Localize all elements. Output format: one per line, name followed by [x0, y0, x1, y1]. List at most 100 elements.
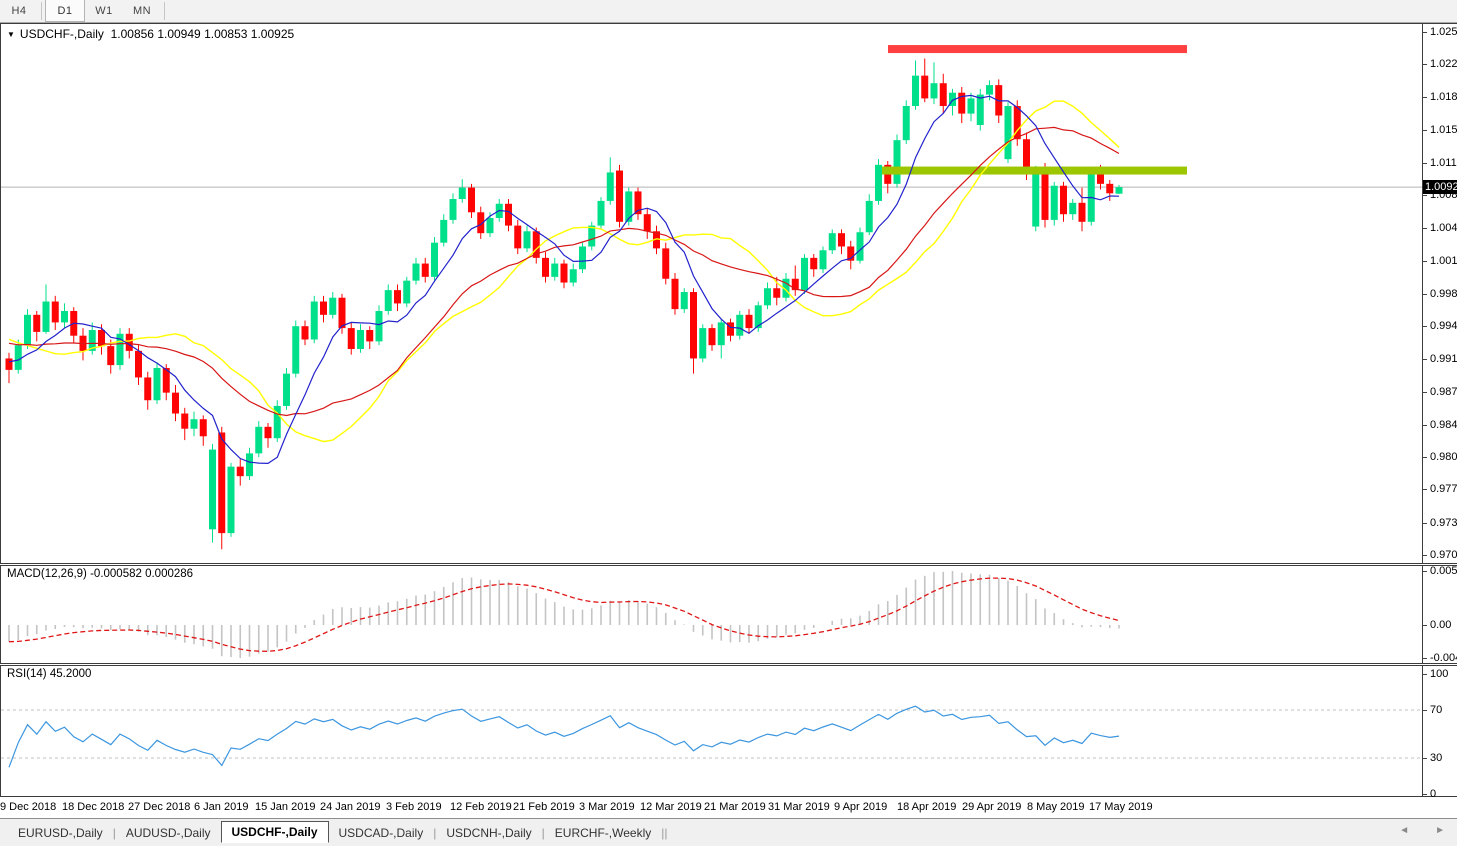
price-axis-label: 1.01530	[1430, 123, 1457, 136]
resistance-line[interactable]	[888, 45, 1187, 54]
time-axis-label: 9 Apr 2019	[834, 801, 888, 813]
macd-axis[interactable]: 0.00597 0.00 -0.00424	[1423, 565, 1457, 664]
rsi-axis-label: 30	[1430, 752, 1443, 764]
tab-usdchf-daily[interactable]: USDCHF-,Daily	[220, 821, 329, 843]
macd-label: MACD(12,26,9)	[7, 568, 87, 580]
tab-audusd-daily[interactable]: AUDUSD-,Daily	[116, 822, 221, 844]
time-axis-label: 18 Apr 2019	[897, 801, 957, 813]
price-axis-label: 0.99110	[1430, 353, 1457, 366]
tab-scroll-left-icon[interactable]: ◄	[1399, 825, 1409, 836]
price-axis-tick	[1423, 522, 1427, 524]
rsi-chart-svg[interactable]	[1, 666, 1422, 796]
time-axis-label: 24 Jan 2019	[320, 801, 381, 813]
price-axis-label: 0.98080	[1430, 451, 1457, 464]
chart-tab-bar: EURUSD-,Daily | AUDUSD-,Daily USDCHF-,Daily…	[0, 818, 1457, 846]
rsi-legend: RSI(14) 45.2000	[7, 668, 91, 680]
main-chart-panel: ▼ USDCHF-,Daily 1.00856 1.00949 1.00853 1…	[0, 23, 1457, 564]
tab-separator: |	[664, 825, 668, 840]
price-chart-svg[interactable]	[1, 24, 1422, 563]
timeframe-button-w1[interactable]: W1	[85, 0, 123, 22]
time-axis-label: 18 Dec 2018	[62, 801, 125, 813]
rsi-panel: RSI(14) 45.2000 100 70 30 0	[0, 665, 1457, 800]
tab-eurusd-daily[interactable]: EURUSD-,Daily	[8, 822, 113, 844]
price-axis-label: 1.02220	[1430, 58, 1457, 71]
legend-high: 1.00949	[157, 27, 201, 41]
time-axis-label: 3 Feb 2019	[386, 801, 442, 813]
tab-usdcad-daily[interactable]: USDCAD-,Daily	[329, 822, 434, 844]
price-axis-tick	[1423, 97, 1427, 99]
macd-histogram	[8, 571, 1120, 658]
macd-axis-tick	[1423, 625, 1427, 626]
legend-close: 1.00925	[250, 27, 295, 41]
time-axis-label: 6 Jan 2019	[194, 801, 249, 813]
time-axis[interactable]: 9 Dec 2018 18 Dec 2018 27 Dec 2018 6 Jan 20…	[0, 797, 1457, 818]
price-axis-tick	[1423, 228, 1427, 230]
time-axis-label: 8 May 2019	[1027, 801, 1085, 813]
rsi-value: 45.2000	[49, 668, 92, 680]
rsi-axis-tick	[1423, 758, 1427, 759]
price-axis-tick	[1423, 31, 1427, 33]
price-axis-label: 0.99800	[1430, 287, 1457, 300]
price-axis[interactable]: 1.025601.022201.018701.015301.011801.008…	[1423, 24, 1457, 563]
time-axis-label: 12 Feb 2019	[450, 801, 512, 813]
price-axis-tick	[1423, 129, 1427, 131]
time-axis-label: 9 Dec 2018	[0, 801, 57, 813]
support-line[interactable]	[882, 166, 1187, 175]
tab-scroll-right-icon[interactable]: ►	[1435, 825, 1445, 836]
price-axis-tick	[1423, 391, 1427, 393]
price-axis-label: 0.98420	[1430, 418, 1457, 431]
price-axis-label: 0.97390	[1430, 516, 1457, 529]
macd-value: -0.000582	[90, 568, 142, 580]
rsi-axis-label: 70	[1430, 704, 1443, 716]
tab-scroll-nav: ◄ ►	[1399, 825, 1445, 836]
macd-axis-tick	[1423, 658, 1427, 659]
time-axis-label: 21 Feb 2019	[513, 801, 575, 813]
price-axis-label: 0.97740	[1430, 483, 1457, 496]
macd-axis-tick	[1423, 571, 1427, 572]
price-axis-label: 0.98770	[1430, 385, 1457, 398]
symbol-dropdown-icon[interactable]: ▼	[7, 30, 15, 39]
price-axis-tick	[1423, 326, 1427, 328]
legend-open: 1.00856	[110, 27, 154, 41]
price-axis-tick	[1423, 64, 1427, 66]
macd-axis-label: 0.00597	[1430, 565, 1457, 577]
timeframe-button-d1[interactable]: D1	[45, 0, 85, 22]
price-axis-tick	[1423, 554, 1427, 556]
macd-legend: MACD(12,26,9) -0.000582 0.000286	[7, 568, 193, 580]
price-axis-label: 0.97050	[1430, 548, 1457, 561]
timeframe-button-h4[interactable]: H4	[0, 0, 38, 22]
time-axis-label: 31 Mar 2019	[768, 801, 830, 813]
rsi-axis-tick	[1423, 794, 1427, 795]
price-axis-label: 1.01180	[1430, 156, 1457, 169]
time-axis-label: 27 Dec 2018	[128, 801, 191, 813]
legend-symbol: USDCHF-,Daily	[19, 27, 104, 41]
price-axis-label: 1.00490	[1430, 222, 1457, 235]
rsi-axis-tick	[1423, 710, 1427, 711]
rsi-axis[interactable]: 100 70 30 0	[1423, 666, 1457, 800]
timeframe-toolbar: H4 D1 W1 MN	[0, 0, 1457, 23]
price-axis-tick	[1423, 195, 1427, 197]
current-price-tag: 1.00925	[1423, 180, 1457, 195]
timeframe-button-mn[interactable]: MN	[123, 0, 161, 22]
time-axis-label: 15 Jan 2019	[255, 801, 316, 813]
tab-eurchf-weekly[interactable]: EURCHF-,Weekly	[545, 822, 661, 844]
macd-signal-value: 0.000286	[145, 568, 194, 580]
price-axis-label: 1.00150	[1430, 254, 1457, 267]
price-axis-label: 1.02560	[1430, 25, 1457, 38]
rsi-axis-label: 100	[1430, 668, 1449, 680]
toolbar-separator	[164, 2, 165, 20]
price-axis-tick	[1423, 457, 1427, 459]
price-axis-tick	[1423, 293, 1427, 295]
chart-legend: ▼ USDCHF-,Daily 1.00856 1.00949 1.00853 1…	[7, 27, 294, 41]
rsi-label: RSI(14)	[7, 668, 47, 680]
macd-chart-svg[interactable]	[1, 566, 1422, 663]
time-axis-label: 29 Apr 2019	[962, 801, 1022, 813]
toolbar-separator	[41, 2, 42, 20]
price-axis-tick	[1423, 162, 1427, 164]
price-axis-tick	[1423, 424, 1427, 426]
time-axis-label: 17 May 2019	[1089, 801, 1153, 813]
rsi-axis-tick	[1423, 674, 1427, 675]
tab-usdcnh-daily[interactable]: USDCNH-,Daily	[436, 822, 541, 844]
time-axis-label: 3 Mar 2019	[579, 801, 635, 813]
price-axis-tick	[1423, 260, 1427, 262]
